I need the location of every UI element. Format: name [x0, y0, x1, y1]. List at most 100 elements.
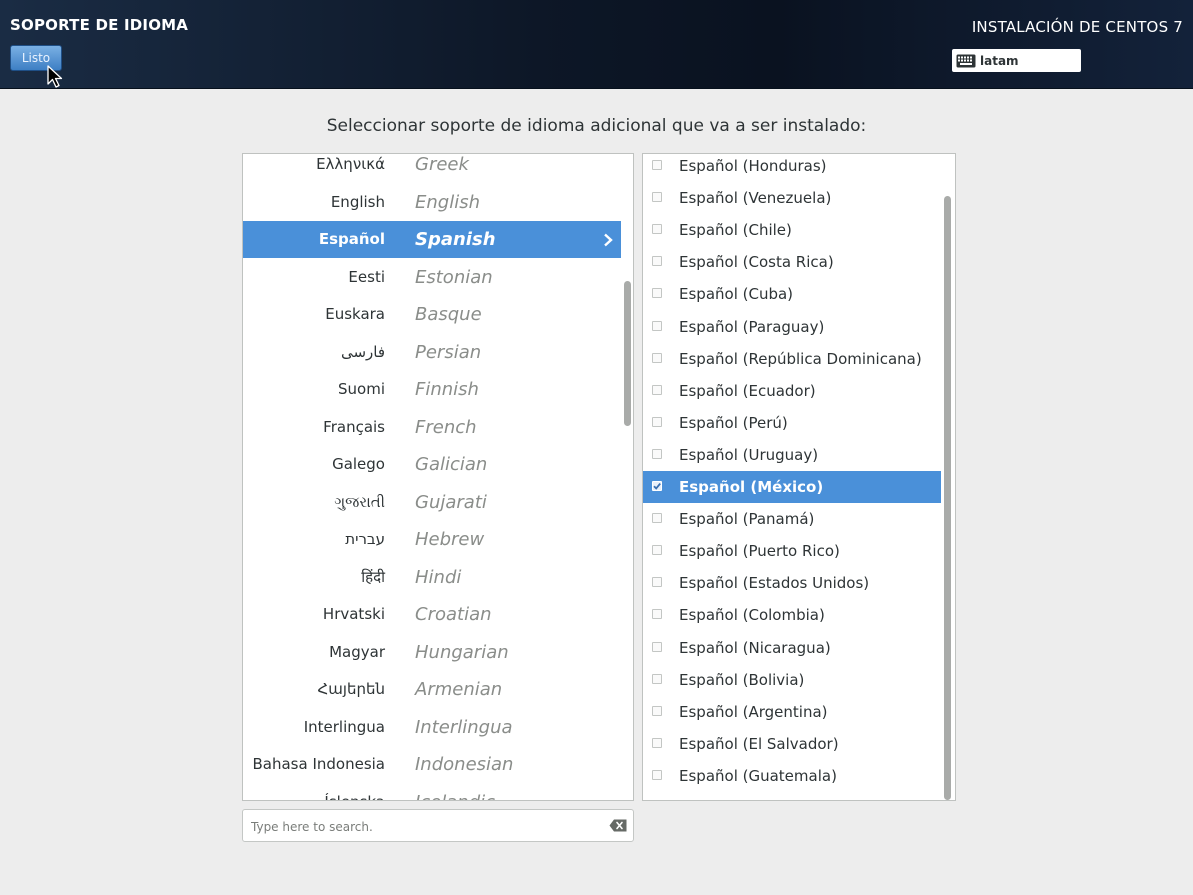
checkbox-icon[interactable]	[652, 320, 662, 331]
locale-row[interactable]: Español (Colombia)	[643, 599, 941, 631]
checkbox-icon[interactable]	[652, 384, 662, 395]
locale-label: Español (Paraguay)	[679, 317, 825, 336]
keyboard-layout-label: latam	[980, 53, 1019, 68]
language-list-scrollbar[interactable]	[622, 154, 633, 800]
language-native-name: فارسی	[340, 342, 385, 361]
checkbox-icon[interactable]	[652, 737, 662, 748]
language-row[interactable]: English English	[243, 184, 621, 221]
locale-row[interactable]: Español (Guatemala)	[643, 760, 941, 792]
search-input[interactable]	[249, 814, 593, 839]
locale-row[interactable]: Español (México)	[643, 471, 941, 503]
checkbox-icon[interactable]	[652, 448, 662, 459]
language-row[interactable]: Interlingua Interlingua	[243, 709, 621, 746]
language-english-name: Icelandic	[415, 784, 495, 801]
locale-row[interactable]: Español (Bolivia)	[643, 664, 941, 696]
checkbox-icon[interactable]	[652, 160, 662, 170]
locale-row[interactable]: Español (Perú)	[643, 407, 941, 439]
locale-row[interactable]: Español (Ecuador)	[643, 375, 941, 407]
locale-row[interactable]: Español (Chile)	[643, 214, 941, 246]
checkmark-icon	[653, 483, 661, 490]
language-english-name: Indonesian	[415, 754, 514, 775]
checkbox-icon[interactable]	[652, 256, 662, 267]
locale-label: Español (México)	[679, 478, 824, 496]
language-native-name: Français	[323, 417, 385, 436]
checkbox-icon[interactable]	[652, 641, 662, 652]
locale-row[interactable]: Español (Costa Rica)	[643, 246, 941, 278]
locale-row[interactable]: Español (Puerto Rico)	[643, 535, 941, 567]
language-english-name: Persian	[415, 341, 482, 363]
checkbox-icon[interactable]	[652, 416, 662, 427]
locale-row[interactable]: Español (Panamá)	[643, 503, 941, 535]
locale-row[interactable]: Español (Estados Unidos)	[643, 567, 941, 599]
language-row[interactable]: Français French	[243, 409, 621, 446]
locale-row[interactable]: Español (Paraguay)	[643, 311, 941, 343]
language-row[interactable]: Euskara Basque	[243, 296, 621, 333]
language-row[interactable]: Bahasa Indonesia Indonesian	[243, 746, 621, 783]
language-english-name: French	[415, 416, 477, 438]
product-title: INSTALACIÓN DE CENTOS 7	[971, 18, 1183, 36]
language-row[interactable]: ગુજરાતી Gujarati	[243, 484, 621, 521]
checkbox-icon[interactable]	[652, 673, 662, 684]
language-list[interactable]: Ελληνικά Greek English English Español Spanis…	[242, 153, 634, 801]
locale-label: Español (Perú)	[679, 413, 788, 432]
chevron-right-icon	[604, 233, 613, 247]
locale-row[interactable]: Español (Honduras)	[643, 154, 941, 182]
language-row[interactable]: עברית Hebrew	[243, 521, 621, 558]
backspace-clear-icon[interactable]	[609, 819, 627, 832]
language-english-name: Croatian	[415, 604, 492, 625]
language-english-name: Greek	[415, 154, 469, 175]
top-bar: SOPORTE DE IDIOMA Listo INSTALACIÓN DE C…	[0, 0, 1193, 89]
language-row[interactable]: فارسی Persian	[243, 334, 621, 371]
locale-label: Español (Estados Unidos)	[679, 574, 870, 593]
language-row[interactable]: Galego Galician	[243, 446, 621, 483]
locale-row[interactable]: Español (Uruguay)	[643, 439, 941, 471]
locale-label: Español (Venezuela)	[679, 189, 832, 208]
locale-label: Español (El Salvador)	[679, 734, 839, 753]
locale-list[interactable]: Español (Honduras) Español (Venezuela) Esp…	[642, 153, 956, 801]
pointer-cursor-icon	[47, 65, 63, 88]
checkbox-icon[interactable]	[652, 481, 662, 491]
locale-list-scroll-thumb[interactable]	[944, 196, 951, 800]
locale-row[interactable]: Español (República Dominicana)	[643, 343, 941, 375]
language-english-name: Hungarian	[415, 641, 509, 663]
language-english-name: Basque	[415, 304, 482, 325]
language-row[interactable]: हिंदी Hindi	[243, 559, 621, 596]
checkbox-icon[interactable]	[652, 224, 662, 235]
locale-row[interactable]: Español (Argentina)	[643, 696, 941, 728]
locale-list-scrollbar[interactable]	[942, 154, 955, 800]
locale-label: Español (Nicaragua)	[679, 638, 831, 657]
language-row[interactable]: Íslenska Icelandic	[243, 784, 621, 801]
checkbox-icon[interactable]	[652, 352, 662, 363]
checkbox-icon[interactable]	[652, 705, 662, 716]
language-english-name: Finnish	[415, 379, 479, 400]
checkbox-icon[interactable]	[652, 577, 662, 588]
language-row[interactable]: Suomi Finnish	[243, 371, 621, 408]
language-row[interactable]: Magyar Hungarian	[243, 634, 621, 671]
language-native-name: Íslenska	[324, 784, 385, 801]
language-native-name: Հայերեն	[317, 680, 385, 698]
locale-row[interactable]: Español (Venezuela)	[643, 182, 941, 214]
checkbox-icon[interactable]	[652, 769, 662, 780]
language-row[interactable]: Հայերեն Armenian	[243, 671, 621, 708]
checkbox-icon[interactable]	[652, 609, 662, 620]
locale-row[interactable]: Español (El Salvador)	[643, 728, 941, 760]
language-native-name: ગુજરાતી	[334, 492, 385, 511]
language-native-name: עברית	[345, 530, 385, 548]
checkbox-icon[interactable]	[652, 288, 662, 299]
checkbox-icon[interactable]	[652, 513, 662, 524]
language-native-name: English	[330, 192, 385, 211]
locale-label: Español (Panamá)	[679, 510, 815, 529]
language-english-name: Interlingua	[415, 716, 513, 738]
checkbox-icon[interactable]	[652, 545, 662, 556]
language-native-name: Suomi	[338, 380, 385, 398]
language-row[interactable]: Español Spanish	[243, 221, 621, 258]
language-row[interactable]: Eesti Estonian	[243, 259, 621, 296]
language-list-scroll-thumb[interactable]	[624, 281, 631, 426]
locale-row[interactable]: Español (Cuba)	[643, 278, 941, 310]
language-english-name: Gujarati	[415, 491, 487, 513]
checkbox-icon[interactable]	[652, 192, 662, 203]
locale-row[interactable]: Español (Nicaragua)	[643, 632, 941, 664]
language-row[interactable]: Hrvatski Croatian	[243, 596, 621, 633]
keyboard-layout-indicator[interactable]: latam	[952, 49, 1081, 72]
language-row[interactable]: Ελληνικά Greek	[243, 154, 621, 183]
